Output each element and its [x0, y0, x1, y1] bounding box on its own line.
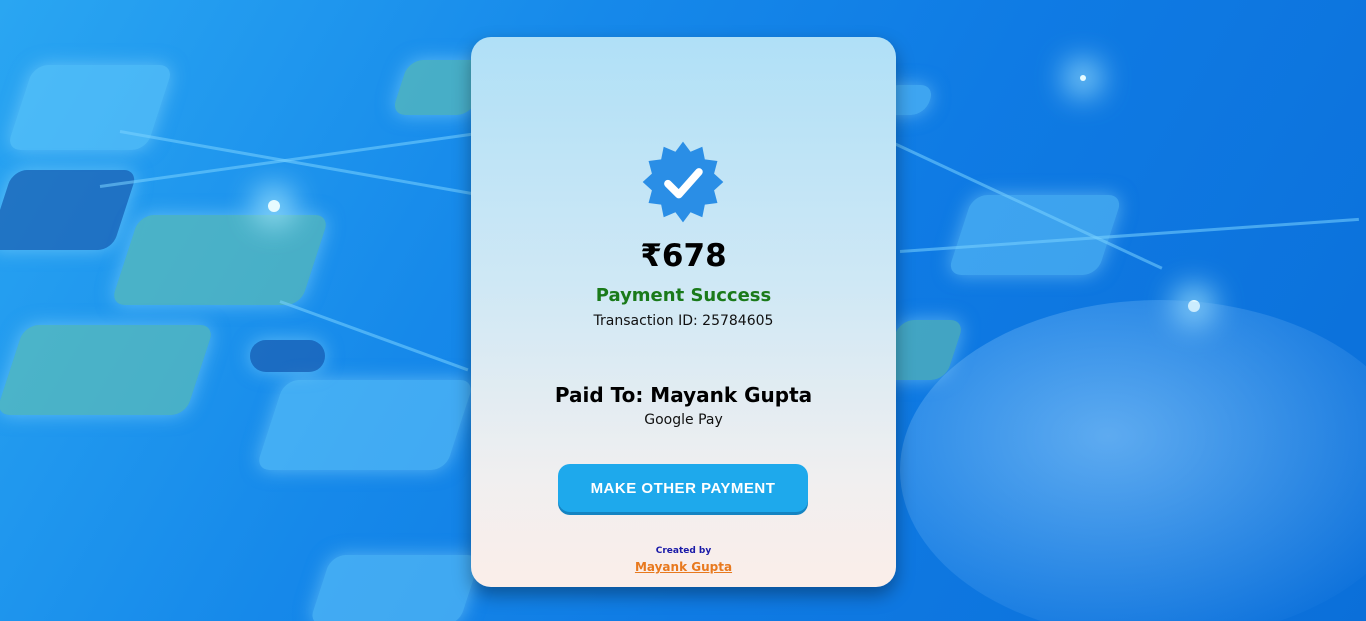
payment-method: Google Pay — [644, 412, 723, 428]
payment-amount: ₹678 — [640, 238, 727, 274]
payee-name: Mayank Gupta — [650, 383, 813, 407]
verified-check-icon — [642, 141, 724, 223]
transaction-label: Transaction ID: — [593, 313, 703, 329]
cloud-tile — [250, 340, 325, 372]
transaction-id: 25784605 — [702, 313, 774, 329]
paid-to-label: Paid To: — [554, 383, 651, 407]
paid-to-row: Paid To: Mayank Gupta — [471, 383, 896, 407]
payment-receipt-card: ₹678 Payment Success Transaction ID: 257… — [471, 37, 896, 587]
monitor-tile — [255, 380, 475, 470]
glow-point — [268, 200, 280, 212]
glow-point — [1080, 75, 1086, 81]
make-other-payment-button[interactable]: MAKE OTHER PAYMENT — [558, 464, 808, 512]
created-by-label: Created by — [655, 546, 712, 556]
target-tile — [110, 215, 330, 305]
hand-illustration — [900, 300, 1366, 621]
author-link[interactable]: Mayank Gupta — [471, 560, 896, 574]
transaction-row: Transaction ID: 25784605 — [471, 313, 896, 329]
payment-status: Payment Success — [595, 285, 772, 306]
person-tile — [308, 555, 482, 621]
circuit-line — [99, 132, 477, 188]
lightbulb-tile — [0, 325, 215, 415]
